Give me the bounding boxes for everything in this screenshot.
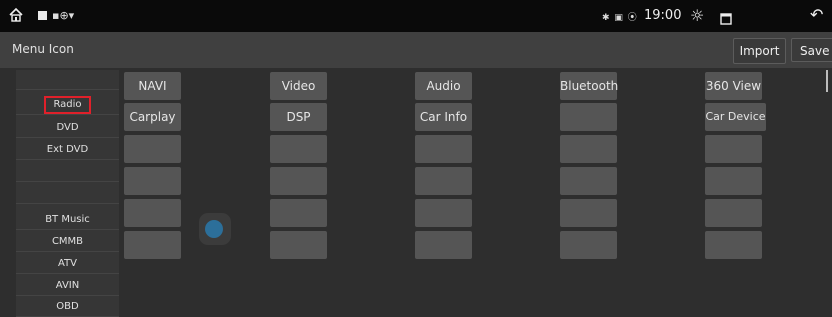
tile-empty[interactable]: [270, 231, 327, 259]
tile-empty[interactable]: [124, 135, 181, 163]
list-item-radio[interactable]: Radio: [16, 95, 119, 115]
scrollbar[interactable]: [826, 70, 828, 92]
tile-empty[interactable]: [560, 199, 617, 227]
tile-empty[interactable]: [415, 199, 472, 227]
tile-empty[interactable]: [270, 135, 327, 163]
drag-dot-icon[interactable]: [205, 220, 223, 238]
page-title: Menu Icon: [12, 42, 74, 56]
tile-empty[interactable]: [124, 231, 181, 259]
tile-bluetooth[interactable]: Bluetooth: [560, 72, 618, 100]
list-item-dvd[interactable]: DVD: [16, 118, 119, 138]
tile-navi[interactable]: NAVI: [124, 72, 181, 100]
save-button[interactable]: Save: [791, 38, 832, 62]
list-item[interactable]: [16, 162, 119, 182]
tile-empty[interactable]: [415, 231, 472, 259]
list-item-cmmb[interactable]: CMMB: [16, 232, 119, 252]
list-item-obd[interactable]: OBD: [16, 297, 119, 317]
tile-empty[interactable]: [124, 167, 181, 195]
tile-dsp[interactable]: DSP: [270, 103, 327, 131]
import-button[interactable]: Import: [733, 38, 786, 64]
tile-empty[interactable]: [705, 135, 762, 163]
title-bar: Menu Icon Import Save: [0, 32, 832, 68]
tile-empty[interactable]: [560, 135, 617, 163]
tile-audio[interactable]: Audio: [415, 72, 472, 100]
tile-empty[interactable]: [705, 199, 762, 227]
list-item-bt-music[interactable]: BT Music: [16, 210, 119, 230]
status-indicators: ✱ ▣ ⦿: [602, 13, 638, 23]
tile-empty[interactable]: [124, 199, 181, 227]
tile-360-view[interactable]: 360 View: [705, 72, 762, 100]
tile-carplay[interactable]: Carplay: [124, 103, 181, 131]
clock: 19:00: [644, 8, 682, 23]
tile-video[interactable]: Video: [270, 72, 327, 100]
tile-empty[interactable]: [270, 167, 327, 195]
list-item-ext-dvd[interactable]: Ext DVD: [16, 140, 119, 160]
tile-empty[interactable]: [705, 167, 762, 195]
menu-list: Radio DVD Ext DVD BT Music CMMB ATV AVIN…: [16, 70, 119, 317]
tile-empty[interactable]: [705, 231, 762, 259]
tile-empty[interactable]: [560, 231, 617, 259]
list-item[interactable]: [16, 70, 119, 90]
back-icon[interactable]: ↶: [810, 5, 823, 24]
tile-car-device[interactable]: Car Device: [705, 103, 766, 131]
list-item[interactable]: [16, 184, 119, 204]
tile-empty[interactable]: [270, 199, 327, 227]
home-icon[interactable]: [8, 7, 24, 27]
tile-empty[interactable]: [415, 167, 472, 195]
window-icon[interactable]: [720, 10, 732, 29]
tile-car-info[interactable]: Car Info: [415, 103, 472, 131]
status-bar: ▪⊕▾ ✱ ▣ ⦿ 19:00 ☼ ↶: [0, 0, 832, 32]
usb-icon: ▪⊕▾: [52, 9, 75, 22]
tile-empty[interactable]: [415, 135, 472, 163]
brightness-icon[interactable]: ☼: [690, 6, 704, 25]
list-item-avin[interactable]: AVIN: [16, 276, 119, 296]
tile-empty[interactable]: [560, 167, 617, 195]
list-item-atv[interactable]: ATV: [16, 254, 119, 274]
tile-empty[interactable]: [560, 103, 617, 131]
notification-icon: [38, 11, 47, 20]
